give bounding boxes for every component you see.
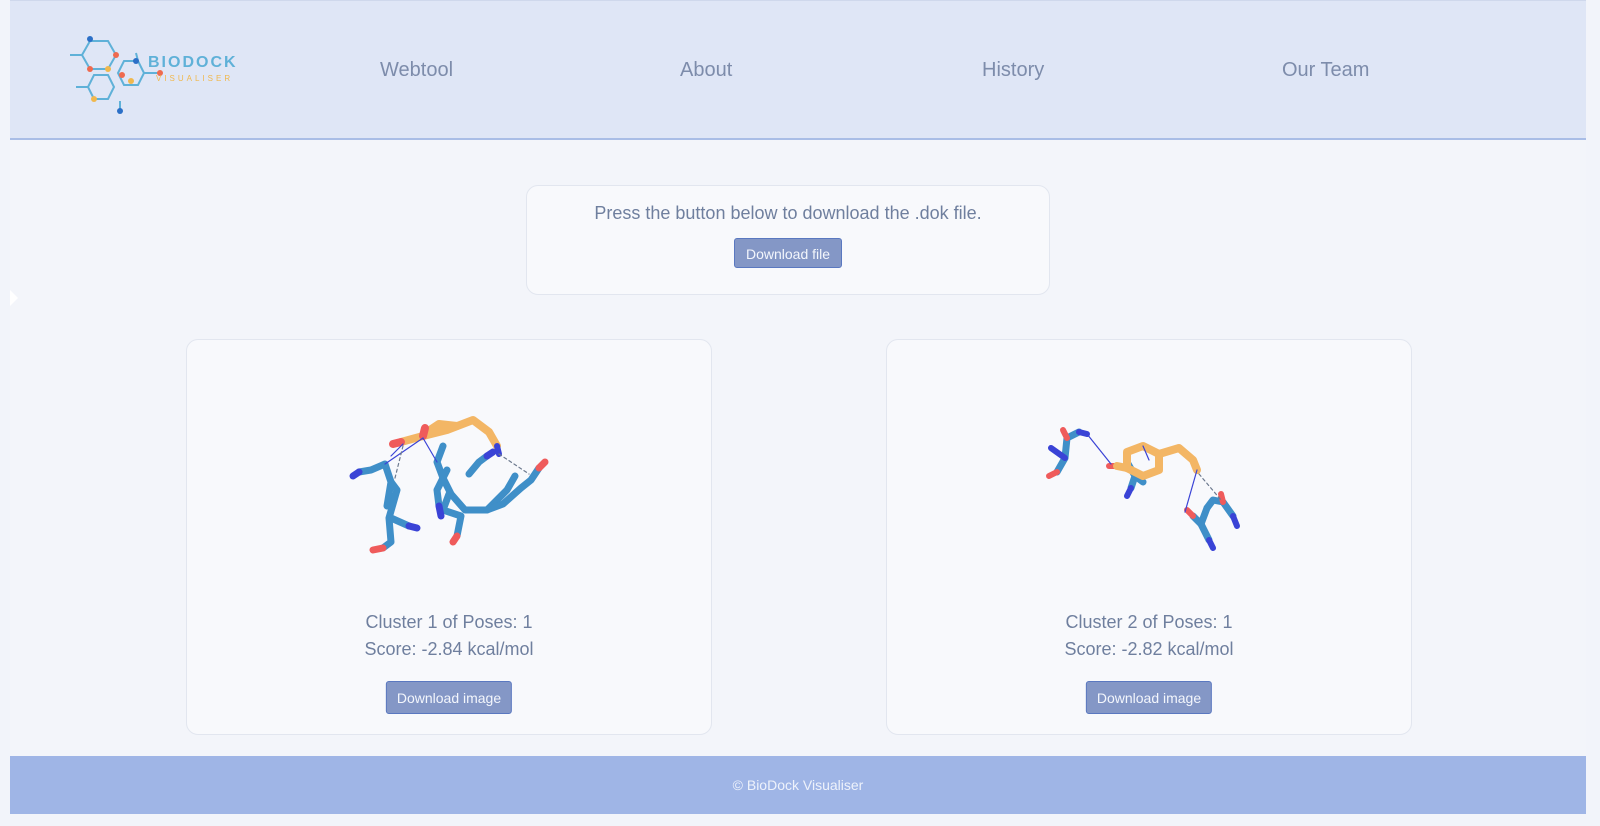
- footer-copyright: © BioDock Visualiser: [732, 777, 864, 793]
- logo-title: BIODOCK: [148, 54, 238, 71]
- header: BIODOCK VISUALISER Webtool About History…: [10, 0, 1586, 140]
- nav-our-team[interactable]: Our Team: [1282, 59, 1369, 82]
- download-panel: Press the button below to download the .…: [526, 185, 1050, 295]
- footer: © BioDock Visualiser: [10, 756, 1586, 814]
- nav-history[interactable]: History: [982, 59, 1044, 82]
- cluster-1-title: Cluster 1 of Poses: 1: [365, 612, 533, 632]
- page-edge-marker: [10, 290, 18, 306]
- download-file-button[interactable]: Download file: [733, 238, 843, 268]
- download-image-button-1[interactable]: Download image: [385, 681, 513, 714]
- cluster-2-title: Cluster 2 of Poses: 1: [1065, 612, 1233, 632]
- download-message: Press the button below to download the .…: [594, 203, 982, 223]
- biodock-logo[interactable]: BIODOCK VISUALISER: [68, 29, 248, 115]
- logo-subtitle: VISUALISER: [156, 74, 233, 83]
- molecule-image-2: [1046, 427, 1240, 551]
- page: BIODOCK VISUALISER Webtool About History…: [10, 0, 1586, 826]
- cluster-card-2: Cluster 2 of Poses: 1 Score: -2.82 kcal/…: [886, 339, 1412, 735]
- nav-about[interactable]: About: [680, 59, 732, 82]
- download-image-button-2[interactable]: Download image: [1085, 681, 1213, 714]
- cluster-2-score: Score: -2.82 kcal/mol: [1064, 639, 1234, 659]
- molecule-image-1: [349, 416, 549, 554]
- cluster-card-1: Cluster 1 of Poses: 1 Score: -2.84 kcal/…: [186, 339, 712, 735]
- nav-webtool[interactable]: Webtool: [380, 59, 453, 82]
- cluster-1-score: Score: -2.84 kcal/mol: [364, 639, 534, 659]
